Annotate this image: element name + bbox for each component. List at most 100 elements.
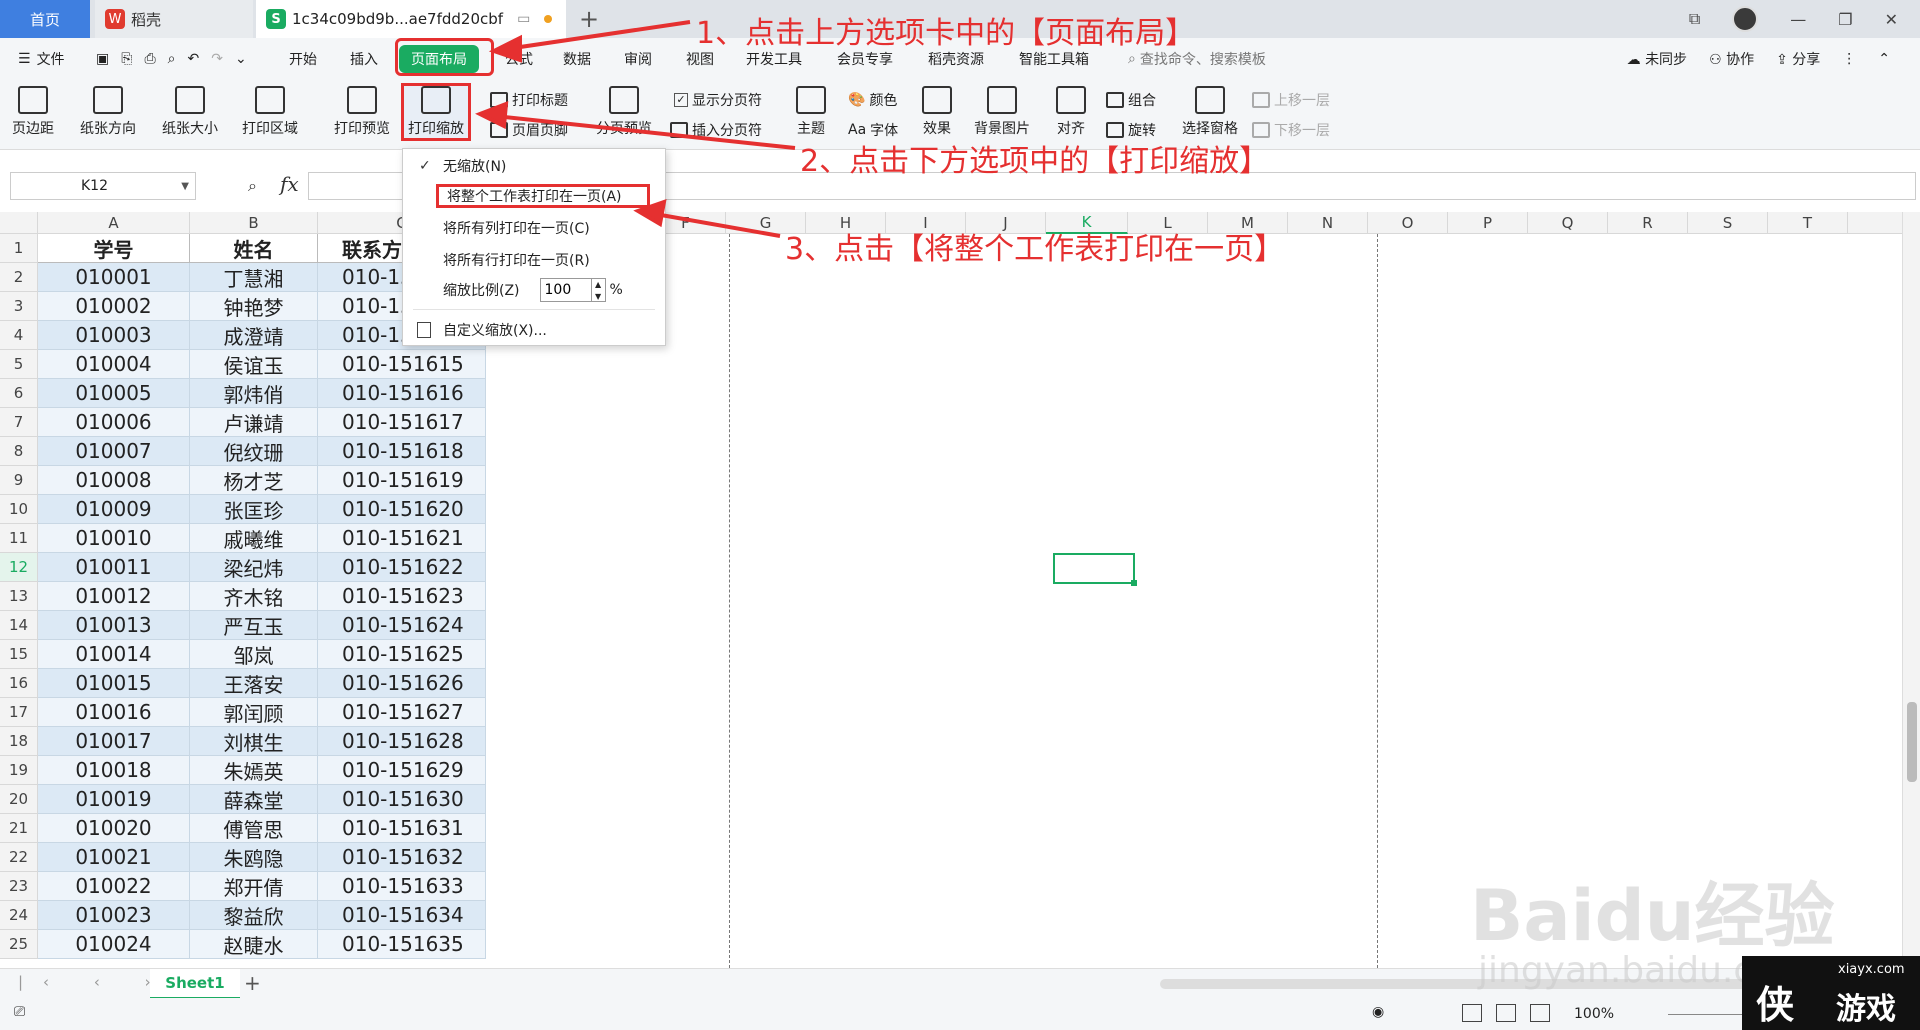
data-cell[interactable]: 010-151626	[318, 669, 486, 698]
data-cell[interactable]: 010-151627	[318, 698, 486, 727]
monitor-icon[interactable]: ▭	[517, 11, 530, 27]
align-button[interactable]: 对齐	[1056, 86, 1086, 138]
data-cell[interactable]: 丁慧湘	[190, 263, 318, 292]
column-header[interactable]: N	[1288, 212, 1368, 234]
data-cell[interactable]: 010011	[38, 553, 190, 582]
margins-button[interactable]: 页边距	[12, 86, 54, 138]
orientation-button[interactable]: 纸张方向	[80, 86, 136, 138]
row-header[interactable]: 25	[0, 930, 37, 959]
data-cell[interactable]: 010-151619	[318, 466, 486, 495]
colors-button[interactable]: 🎨 颜色	[848, 90, 897, 110]
menu-formulas[interactable]: 公式	[505, 38, 533, 80]
data-cell[interactable]: 齐木铭	[190, 582, 318, 611]
theme-button[interactable]: 主题	[796, 86, 826, 138]
show-page-breaks-checkbox[interactable]: ✓ 显示分页符	[674, 90, 762, 110]
row-header[interactable]: 4	[0, 321, 37, 350]
data-cell[interactable]: 010-151635	[318, 930, 486, 959]
column-header[interactable]: Q	[1528, 212, 1608, 234]
header-cell[interactable]: 学号	[38, 234, 190, 263]
data-cell[interactable]: 郭炜俏	[190, 379, 318, 408]
row-header[interactable]: 12	[0, 553, 37, 582]
save-icon[interactable]: ▣	[96, 51, 109, 67]
scroll-thumb[interactable]	[1907, 702, 1917, 782]
row-header[interactable]: 11	[0, 524, 37, 553]
data-cell[interactable]: 傅管思	[190, 814, 318, 843]
column-header[interactable]: A	[38, 212, 190, 234]
page-layout-view-icon[interactable]	[1496, 1004, 1516, 1022]
select-all-corner[interactable]	[0, 212, 38, 234]
data-cell[interactable]: 010-151618	[318, 437, 486, 466]
data-cell[interactable]: 010023	[38, 901, 190, 930]
row-header[interactable]: 19	[0, 756, 37, 785]
insert-function-button[interactable]: fx	[280, 172, 299, 196]
data-cell[interactable]: 010019	[38, 785, 190, 814]
row-header[interactable]: 17	[0, 698, 37, 727]
data-cell[interactable]: 010018	[38, 756, 190, 785]
selection-pane-button[interactable]: 选择窗格	[1182, 86, 1238, 138]
avatar[interactable]	[1732, 6, 1759, 32]
bring-forward-button[interactable]: 上移一层	[1252, 90, 1330, 110]
redo-icon[interactable]: ↷	[211, 51, 223, 67]
restore-icon[interactable]: ❐	[1838, 10, 1852, 29]
data-cell[interactable]: 010022	[38, 872, 190, 901]
data-cell[interactable]: 严互玉	[190, 611, 318, 640]
header-cell[interactable]: 姓名	[190, 234, 318, 263]
effects-button[interactable]: 效果	[922, 86, 952, 138]
no-scale-option[interactable]: ✓ 无缩放(N)	[403, 151, 665, 181]
data-cell[interactable]: 杨才芝	[190, 466, 318, 495]
data-cell[interactable]: 010-151617	[318, 408, 486, 437]
background-image-button[interactable]: 背景图片	[974, 86, 1030, 138]
menu-insert[interactable]: 插入	[350, 38, 378, 80]
data-cell[interactable]: 010-151620	[318, 495, 486, 524]
data-cell[interactable]: 010005	[38, 379, 190, 408]
fit-columns-one-page-option[interactable]: 将所有列打印在一页(C)	[403, 213, 665, 243]
data-cell[interactable]: 薛森堂	[190, 785, 318, 814]
column-header[interactable]: T	[1768, 212, 1848, 234]
data-cell[interactable]: 朱鸥隐	[190, 843, 318, 872]
spinner-icon[interactable]: ▲ ▼	[591, 278, 606, 302]
print-icon[interactable]: ⎙	[144, 51, 155, 67]
data-cell[interactable]: 010-151628	[318, 727, 486, 756]
export-icon[interactable]: ⎘	[121, 51, 132, 67]
data-cell[interactable]: 010002	[38, 292, 190, 321]
row-header[interactable]: 9	[0, 466, 37, 495]
data-cell[interactable]: 010-151624	[318, 611, 486, 640]
data-cell[interactable]: 倪纹珊	[190, 437, 318, 466]
menu-home[interactable]: 开始	[289, 38, 317, 80]
print-scale-button[interactable]: 打印缩放	[401, 83, 471, 141]
column-header[interactable]: O	[1368, 212, 1448, 234]
print-area-button[interactable]: 打印区域	[242, 86, 298, 138]
data-cell[interactable]: 010017	[38, 727, 190, 756]
sync-status[interactable]: ☁ 未同步	[1627, 49, 1687, 69]
column-header[interactable]: B	[190, 212, 318, 234]
group-button[interactable]: 组合	[1106, 90, 1156, 110]
normal-view-icon[interactable]	[1462, 1004, 1482, 1022]
row-header[interactable]: 22	[0, 843, 37, 872]
row-header[interactable]: 14	[0, 611, 37, 640]
collapse-ribbon-icon[interactable]: ⌃	[1878, 51, 1890, 67]
data-cell[interactable]: 010006	[38, 408, 190, 437]
data-cell[interactable]: 郑开倩	[190, 872, 318, 901]
fit-rows-one-page-option[interactable]: 将所有行打印在一页(R)	[403, 245, 665, 275]
custom-scale-option[interactable]: 自定义缩放(X)...	[403, 315, 665, 345]
preview-icon[interactable]: ⌕	[168, 51, 176, 67]
share-button[interactable]: ⇪ 分享	[1776, 49, 1820, 69]
data-cell[interactable]: 010-151634	[318, 901, 486, 930]
data-cell[interactable]: 邹岚	[190, 640, 318, 669]
page-break-view-icon[interactable]	[1530, 1004, 1550, 1022]
data-cell[interactable]: 010-151621	[318, 524, 486, 553]
menu-data[interactable]: 数据	[563, 38, 591, 80]
column-header[interactable]: S	[1688, 212, 1768, 234]
row-header[interactable]: 10	[0, 495, 37, 524]
minimize-icon[interactable]: —	[1790, 10, 1806, 29]
selected-cell[interactable]	[1053, 553, 1137, 586]
data-cell[interactable]: 010016	[38, 698, 190, 727]
data-cell[interactable]: 010-151616	[318, 379, 486, 408]
row-header[interactable]: 15	[0, 640, 37, 669]
data-cell[interactable]: 010-151615	[318, 350, 486, 379]
data-cell[interactable]: 卢谦靖	[190, 408, 318, 437]
row-header[interactable]: 20	[0, 785, 37, 814]
data-cell[interactable]: 010004	[38, 350, 190, 379]
row-header[interactable]: 2	[0, 263, 37, 292]
data-cell[interactable]: 张匡珍	[190, 495, 318, 524]
